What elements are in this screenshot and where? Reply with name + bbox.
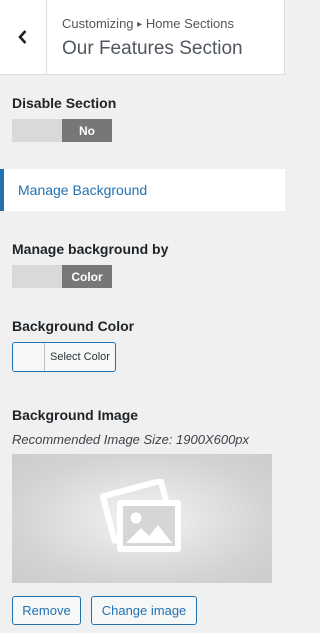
toggle-off-segment [12,119,62,142]
background-image-preview[interactable] [12,454,272,583]
color-swatch [13,343,45,371]
customizer-header: Customizing ▸ Home Sections Our Features… [0,0,285,75]
disable-section-toggle[interactable]: No [12,119,112,142]
image-placeholder-icon [99,478,181,552]
breadcrumb-root: Customizing [62,16,134,31]
disable-section-label: Disable Section [12,95,117,111]
breadcrumb: Customizing ▸ Home Sections [62,16,234,31]
background-color-label: Background Color [12,318,135,334]
image-size-hint: Recommended Image Size: 1900X600px [12,432,250,447]
select-color-button[interactable]: Select Color [12,342,116,372]
remove-image-button[interactable]: Remove [12,596,81,625]
toggle-value: No [62,119,112,142]
page-title: Our Features Section [62,38,243,59]
toggle-value: Color [62,265,112,288]
chevron-left-icon [18,30,27,44]
manage-background-by-label: Manage background by [12,241,169,257]
toggle-off-segment [12,265,62,288]
breadcrumb-section: Home Sections [145,16,234,31]
manage-background-link[interactable]: Manage Background [0,169,285,211]
back-button[interactable] [0,0,47,74]
background-image-label: Background Image [12,407,139,423]
breadcrumb-separator: ▸ [137,19,143,30]
manage-background-label: Manage Background [18,182,148,198]
select-color-label: Select Color [50,351,110,363]
change-image-button[interactable]: Change image [91,596,197,625]
manage-background-by-toggle[interactable]: Color [12,265,112,288]
